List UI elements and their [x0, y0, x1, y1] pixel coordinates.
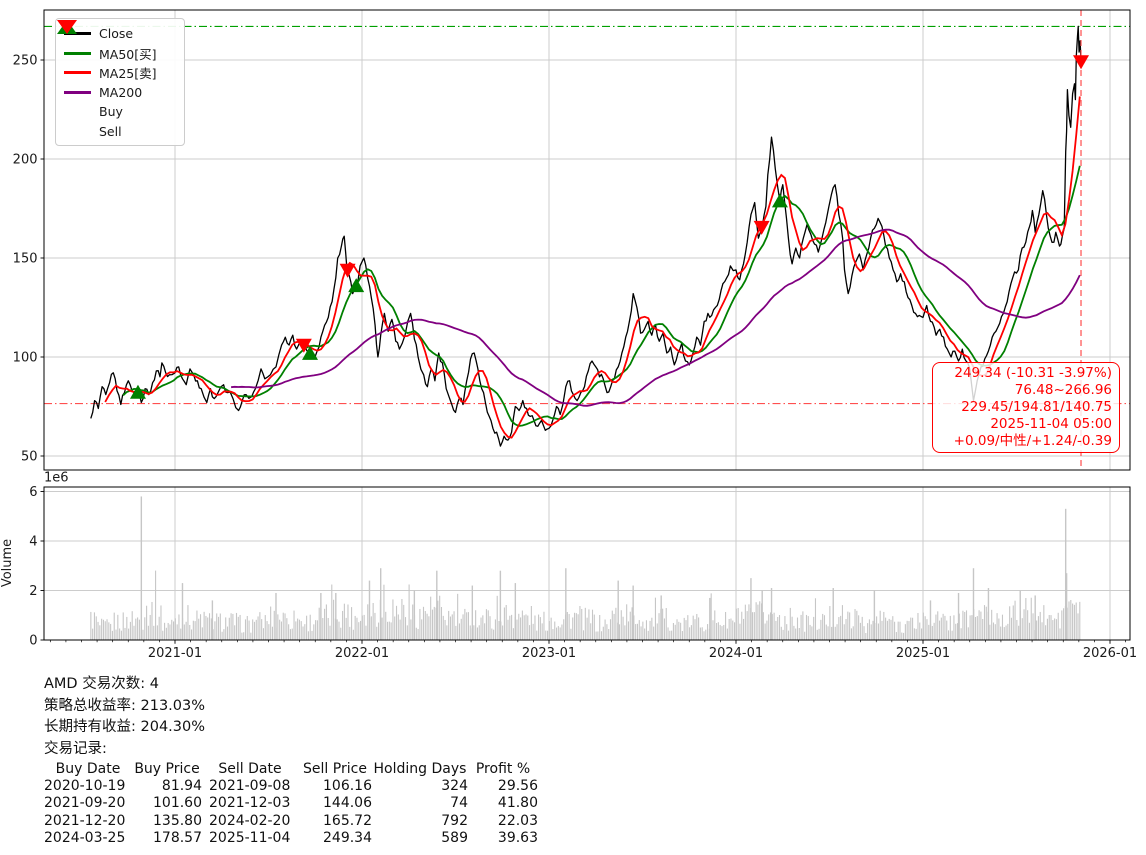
ma25-line-swatch-icon — [64, 71, 91, 74]
cell: 29.56 — [468, 778, 538, 795]
annotation-line: 76.48~266.96 — [940, 382, 1112, 399]
cell: 106.16 — [298, 778, 372, 795]
col-buy-date: Buy Date — [44, 761, 132, 778]
summary-trade-count: AMD 交易次数: 4 — [44, 674, 1124, 696]
col-sell-price: Sell Price — [298, 761, 372, 778]
legend-item-buy: Buy — [64, 102, 176, 122]
legend-item-sell: Sell — [64, 122, 176, 142]
cell: 2020-10-19 — [44, 778, 132, 795]
svg-text:2022-01: 2022-01 — [335, 646, 389, 661]
stock-chart-figure: 50 100 150 200 250 0 2 4 6 1e6 2021-01 2022-01 2023-… — [0, 0, 1146, 662]
svg-text:2021-01: 2021-01 — [148, 646, 202, 661]
chart-legend: Close MA50[买]MA25[卖] MA200 Buy Sell — [55, 18, 185, 146]
cell: 22.03 — [468, 813, 538, 830]
trades-table-header: Buy Date Buy Price Sell Date Sell Price … — [44, 761, 1124, 778]
cell: 2021-09-20 — [44, 795, 132, 812]
table-row: 2021-09-20101.602021-12-03144.067441.80 — [44, 795, 1124, 812]
annotation-line: 249.34 (-10.31 -3.97%) — [940, 365, 1112, 382]
legend-label: MA50[买] — [99, 44, 157, 63]
col-sell-date: Sell Date — [202, 761, 298, 778]
table-row: 2024-03-25178.572025-11-04249.3458939.63 — [44, 830, 1124, 847]
legend-item-ma25: MA25[卖] — [64, 63, 176, 83]
table-row: 2021-12-20135.802024-02-20165.7279222.03 — [44, 813, 1124, 830]
legend-label: MA25[卖] — [99, 63, 157, 82]
grid-lines — [44, 10, 1130, 640]
cell: 135.80 — [132, 813, 202, 830]
cell: 39.63 — [468, 830, 538, 847]
cell: 249.34 — [298, 830, 372, 847]
svg-text:2025-01: 2025-01 — [896, 646, 950, 661]
volume-ylabel: Volume — [0, 539, 15, 587]
annotation-line: +0.09/中性/+1.24/-0.39 — [940, 433, 1112, 450]
cell: 2021-09-08 — [202, 778, 298, 795]
svg-text:200: 200 — [13, 153, 38, 168]
col-profit-pct: Profit % — [468, 761, 538, 778]
svg-text:1e6: 1e6 — [44, 471, 69, 486]
svg-text:2: 2 — [29, 584, 37, 599]
legend-item-ma50: MA50[买] — [64, 44, 176, 64]
legend-label: Buy — [99, 104, 123, 119]
svg-text:6: 6 — [29, 485, 37, 500]
buy-markers — [130, 193, 788, 398]
table-row: 2020-10-1981.942021-09-08106.1632429.56 — [44, 778, 1124, 795]
volume-plot-border — [44, 487, 1130, 640]
cell: 41.80 — [468, 795, 538, 812]
legend-label: Close — [99, 26, 133, 41]
cell: 2024-02-20 — [202, 813, 298, 830]
cell: 2024-03-25 — [44, 830, 132, 847]
legend-item-close: Close — [64, 24, 176, 44]
cell: 81.94 — [132, 778, 202, 795]
sell-markers — [296, 55, 1089, 352]
summary-strategy-return: 策略总收益率: 213.03% — [44, 696, 1124, 718]
cell: 165.72 — [298, 813, 372, 830]
summary-hold-return: 长期持有收益: 204.30% — [44, 717, 1124, 739]
legend-label: Sell — [99, 124, 122, 139]
cell: 144.06 — [298, 795, 372, 812]
svg-text:50: 50 — [21, 450, 38, 465]
legend-item-ma200: MA200 — [64, 83, 176, 103]
col-buy-price: Buy Price — [132, 761, 202, 778]
svg-text:2026-01: 2026-01 — [1083, 646, 1137, 661]
cell: 178.57 — [132, 830, 202, 847]
annotation-line: 229.45/194.81/140.75 — [940, 399, 1112, 416]
cell: 324 — [372, 778, 468, 795]
sell-marker-icon — [340, 264, 356, 278]
cell: 74 — [372, 795, 468, 812]
sell-marker-icon — [1073, 55, 1089, 69]
ma200-line-swatch-icon — [64, 91, 91, 94]
trades-table: Buy Date Buy Price Sell Date Sell Price … — [44, 761, 1124, 847]
ma50-line-swatch-icon — [64, 52, 91, 55]
svg-text:0: 0 — [29, 634, 37, 649]
cell: 589 — [372, 830, 468, 847]
svg-text:4: 4 — [29, 535, 37, 550]
svg-text:150: 150 — [13, 252, 38, 267]
volume-bars — [90, 496, 1080, 640]
svg-text:2023-01: 2023-01 — [522, 646, 576, 661]
col-holding-days: Holding Days — [372, 761, 468, 778]
cell: 2021-12-03 — [202, 795, 298, 812]
legend-label: MA200 — [99, 85, 142, 100]
cell: 792 — [372, 813, 468, 830]
cell: 2025-11-04 — [202, 830, 298, 847]
svg-text:100: 100 — [13, 351, 38, 366]
svg-text:2024-01: 2024-01 — [709, 646, 763, 661]
summary-trade-record-title: 交易记录: — [44, 739, 1124, 761]
price-annotation-box: 249.34 (-10.31 -3.97%)76.48~266.96229.45… — [932, 362, 1120, 453]
annotation-line: 2025-11-04 05:00 — [940, 416, 1112, 433]
cell: 101.60 — [132, 795, 202, 812]
cell: 2021-12-20 — [44, 813, 132, 830]
strategy-report: AMD 交易次数: 4 策略总收益率: 213.03% 长期持有收益: 204.… — [44, 674, 1124, 847]
svg-text:250: 250 — [13, 54, 38, 69]
